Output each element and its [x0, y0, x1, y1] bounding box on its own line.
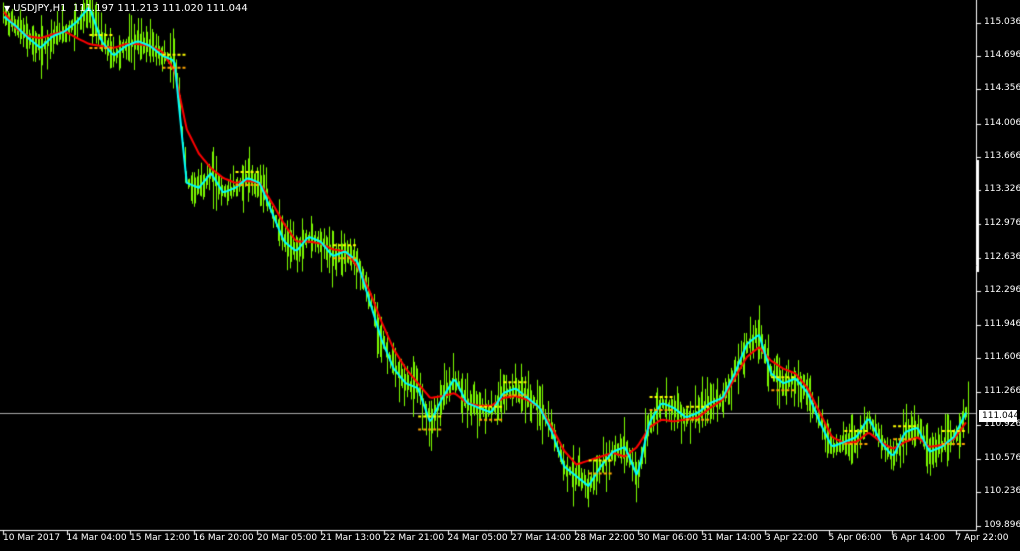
time-tick-label: 10 Mar 2017: [3, 533, 61, 543]
time-tick-label: 30 Mar 06:00: [638, 533, 699, 543]
time-tick-label: 20 Mar 05:00: [257, 533, 318, 543]
time-tick-label: 15 Mar 12:00: [130, 533, 191, 543]
price-tick-label: 111.266: [984, 385, 1020, 396]
time-tick-label: 21 Mar 13:00: [320, 533, 381, 543]
price-tick-label: 112.976: [984, 218, 1020, 229]
price-tick-label: 112.296: [984, 284, 1020, 295]
price-tick-label: 109.896: [984, 519, 1020, 530]
time-tick-label: 31 Mar 14:00: [701, 533, 762, 543]
time-tick-label: 16 Mar 20:00: [193, 533, 254, 543]
price-tick-label: 114.006: [984, 117, 1020, 128]
price-tick-label: 112.636: [984, 251, 1020, 262]
price-tick-label: 110.236: [984, 486, 1020, 497]
time-tick-label: 3 Apr 22:00: [765, 533, 818, 543]
time-tick-label: 28 Mar 22:00: [574, 533, 635, 543]
price-tick-label: 115.036: [984, 16, 1020, 27]
price-tick-label: 113.666: [984, 150, 1020, 161]
collapse-triangle-icon[interactable]: ▼: [4, 4, 10, 13]
ohlc-values: 111.197 111.213 111.020 111.044: [72, 3, 248, 14]
time-tick-label: 22 Mar 21:00: [384, 533, 445, 543]
symbol-label: USDJPY,H1: [13, 3, 67, 14]
price-tick-label: 110.576: [984, 453, 1020, 463]
time-tick-label: 5 Apr 06:00: [828, 533, 882, 543]
price-tick-label: 111.946: [984, 319, 1020, 330]
price-tick-label: 114.356: [984, 83, 1020, 94]
current-price-tag: 111.044: [979, 410, 1019, 422]
chart-header: ▼ USDJPY,H1 111.197 111.213 111.020 111.0…: [4, 3, 248, 14]
time-tick-label: 24 Mar 05:00: [447, 533, 508, 543]
time-tick-label: 27 Mar 14:00: [511, 533, 572, 543]
price-tick-label: 114.696: [984, 50, 1020, 61]
time-tick-label: 14 Mar 04:00: [66, 533, 127, 543]
price-tick-label: 111.606: [984, 352, 1020, 363]
time-tick-label: 6 Apr 14:00: [892, 533, 945, 543]
price-tick-label: 113.326: [984, 184, 1020, 195]
time-tick-label: 7 Apr 22:00: [955, 533, 1009, 543]
price-chart-canvas[interactable]: [0, 0, 1020, 551]
